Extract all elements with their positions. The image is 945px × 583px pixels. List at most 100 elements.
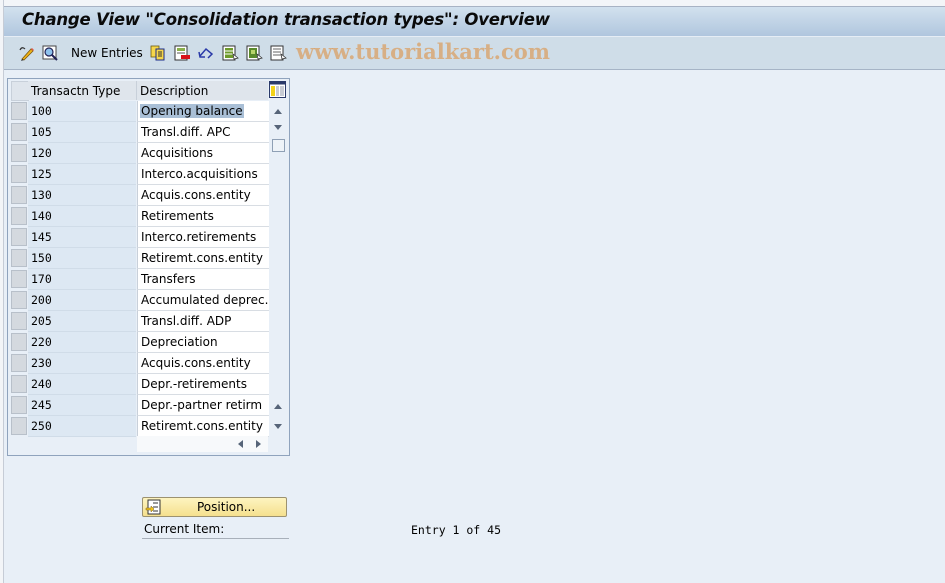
row-selector-button[interactable] — [11, 165, 27, 183]
description-field[interactable]: Transfers — [137, 269, 269, 290]
table-row: 230 Acquis.cons.entity — [11, 353, 269, 374]
scroll-up-bottom-button[interactable] — [271, 398, 285, 414]
current-item-divider — [142, 538, 289, 539]
table-row: 150 Retiremt.cons.entity — [11, 248, 269, 269]
table-row: 200 Accumulated deprec. — [11, 290, 269, 311]
description-field[interactable]: Depreciation — [137, 332, 269, 353]
row-selector-button[interactable] — [11, 144, 27, 162]
select-all-icon[interactable] — [221, 44, 239, 62]
description-field[interactable]: Transl.diff. APC — [137, 122, 269, 143]
row-selector-button[interactable] — [11, 312, 27, 330]
scroll-down-top-button[interactable] — [271, 119, 285, 135]
description-field[interactable]: Depr.-retirements — [137, 374, 269, 395]
transaction-type-value: 230 — [31, 356, 52, 370]
transaction-type-cell: 150 — [28, 248, 136, 269]
row-selector-button[interactable] — [11, 207, 27, 225]
transaction-type-value: 150 — [31, 251, 52, 265]
row-selector-button[interactable] — [11, 186, 27, 204]
table-row: 140 Retirements — [11, 206, 269, 227]
vertical-scrollbar[interactable] — [270, 101, 286, 435]
row-selector-button[interactable] — [11, 270, 27, 288]
row-selector-button[interactable] — [11, 123, 27, 141]
description-field[interactable]: Accumulated deprec. — [137, 290, 269, 311]
table-row: 170 Transfers — [11, 269, 269, 290]
description-value: Retirements — [141, 209, 214, 223]
row-selector-button[interactable] — [11, 417, 27, 435]
description-field[interactable]: Interco.acquisitions — [137, 164, 269, 185]
row-selector-button[interactable] — [11, 249, 27, 267]
transaction-type-cell: 200 — [28, 290, 136, 311]
select-all-rows-button[interactable] — [11, 81, 29, 101]
scroll-up-top-button[interactable] — [271, 103, 285, 119]
table-row: 205 Transl.diff. ADP — [11, 311, 269, 332]
transaction-type-cell: 145 — [28, 227, 136, 248]
copy-as-icon[interactable] — [149, 44, 167, 62]
row-selector-button[interactable] — [11, 228, 27, 246]
new-entries-button[interactable]: New Entries — [71, 46, 143, 60]
position-button[interactable]: Position... — [142, 497, 287, 517]
description-field[interactable]: Depr.-partner retirm — [137, 395, 269, 416]
entry-counter: Entry 1 of 45 — [411, 523, 502, 537]
description-field[interactable]: Opening balance — [137, 101, 269, 122]
position-icon — [145, 499, 161, 515]
scroll-left-button[interactable] — [233, 437, 247, 451]
transaction-type-value: 145 — [31, 230, 52, 244]
description-value: Transfers — [141, 272, 196, 286]
horizontal-scrollbar[interactable] — [137, 436, 268, 452]
table-control: Transactn Type Description 100 Opening ba… — [7, 78, 290, 456]
description-value: Acquis.cons.entity — [141, 356, 251, 370]
transaction-type-value: 200 — [31, 293, 52, 307]
transaction-type-value: 130 — [31, 188, 52, 202]
description-field[interactable]: Retirements — [137, 206, 269, 227]
description-field[interactable]: Acquis.cons.entity — [137, 185, 269, 206]
row-selector-button[interactable] — [11, 396, 27, 414]
transaction-type-value: 245 — [31, 398, 52, 412]
transaction-type-cell: 140 — [28, 206, 136, 227]
current-item-label: Current Item: — [144, 522, 225, 536]
scrollbar-thumb[interactable] — [272, 139, 285, 152]
row-selector-button[interactable] — [11, 333, 27, 351]
transaction-type-cell: 240 — [28, 374, 136, 395]
table-row: 100 Opening balance — [11, 101, 269, 122]
description-value: Opening balance — [140, 104, 244, 118]
table-row: 130 Acquis.cons.entity — [11, 185, 269, 206]
select-block-icon[interactable] — [245, 44, 263, 62]
description-value: Interco.retirements — [141, 230, 257, 244]
position-button-label: Position... — [197, 500, 256, 514]
description-field[interactable]: Retiremt.cons.entity — [137, 248, 269, 269]
table-row: 105 Transl.diff. APC — [11, 122, 269, 143]
transaction-type-cell: 205 — [28, 311, 136, 332]
transaction-type-value: 120 — [31, 146, 52, 160]
row-selector-button[interactable] — [11, 102, 27, 120]
transaction-type-cell: 125 — [28, 164, 136, 185]
column-header-transaction-type[interactable]: Transactn Type — [28, 81, 137, 100]
transaction-type-cell: 220 — [28, 332, 136, 353]
description-value: Interco.acquisitions — [141, 167, 258, 181]
transaction-type-value: 205 — [31, 314, 52, 328]
row-selector-button[interactable] — [11, 291, 27, 309]
display-change-icon[interactable] — [17, 44, 35, 62]
description-field[interactable]: Retiremt.cons.entity — [137, 416, 269, 437]
row-selector-button[interactable] — [11, 354, 27, 372]
scroll-down-bottom-button[interactable] — [271, 418, 285, 434]
row-selector-button[interactable] — [11, 375, 27, 393]
scroll-right-button[interactable] — [251, 437, 265, 451]
description-value: Acquis.cons.entity — [141, 188, 251, 202]
transaction-type-value: 250 — [31, 419, 52, 433]
table-settings-icon[interactable] — [269, 81, 286, 99]
description-value: Depr.-partner retirm — [141, 398, 263, 412]
deselect-all-icon[interactable] — [269, 44, 287, 62]
description-field[interactable]: Acquisitions — [137, 143, 269, 164]
undo-change-icon[interactable] — [197, 44, 215, 62]
description-field[interactable]: Transl.diff. ADP — [137, 311, 269, 332]
description-field[interactable]: Acquis.cons.entity — [137, 353, 269, 374]
table-row: 120 Acquisitions — [11, 143, 269, 164]
description-field[interactable]: Interco.retirements — [137, 227, 269, 248]
transaction-type-value: 100 — [31, 104, 52, 118]
transaction-type-cell: 245 — [28, 395, 136, 416]
transaction-type-cell: 170 — [28, 269, 136, 290]
other-view-icon[interactable] — [41, 44, 59, 62]
delete-icon[interactable] — [173, 44, 191, 62]
transaction-type-cell: 230 — [28, 353, 136, 374]
column-header-description[interactable]: Description — [137, 81, 268, 100]
